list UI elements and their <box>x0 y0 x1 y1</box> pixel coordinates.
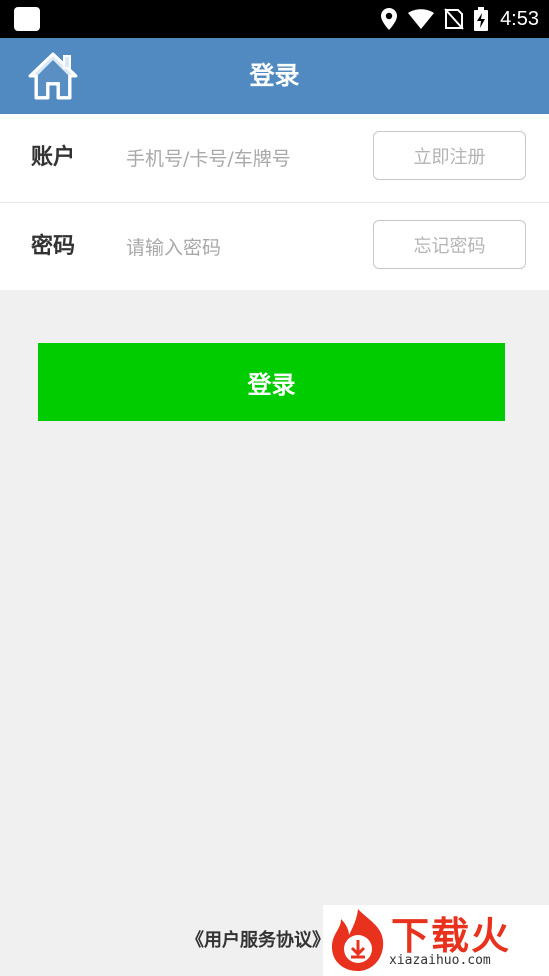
login-button[interactable]: 登录 <box>38 343 505 421</box>
watermark: 下载火 xiazaihuo.com <box>323 905 549 976</box>
watermark-text: 下载火 <box>391 914 512 958</box>
status-bar: 4:53 <box>0 0 549 38</box>
account-row: 账户 立即注册 <box>0 114 549 202</box>
page-title: 登录 <box>249 61 300 90</box>
watermark-url: xiazaihuo.com <box>389 953 491 968</box>
password-label: 密码 <box>31 234 76 259</box>
no-sim-icon <box>444 8 464 30</box>
user-agreement-link[interactable]: 《用户服务协议》 <box>186 926 330 952</box>
password-row: 密码 忘记密码 <box>0 202 549 291</box>
flame-logo-icon <box>331 909 384 971</box>
forgot-password-button[interactable]: 忘记密码 <box>373 220 526 269</box>
account-input[interactable] <box>126 141 356 177</box>
password-input[interactable] <box>126 230 356 266</box>
status-time: 4:53 <box>500 7 539 30</box>
login-form: 账户 立即注册 密码 忘记密码 <box>0 114 549 290</box>
register-button[interactable]: 立即注册 <box>373 131 526 180</box>
title-bar: 登录 <box>0 38 549 114</box>
wifi-icon <box>408 9 435 29</box>
location-icon <box>381 8 398 30</box>
account-label: 账户 <box>31 145 76 170</box>
status-icons: 4:53 <box>380 0 539 38</box>
battery-charging-icon <box>474 7 489 31</box>
app-icon <box>14 7 40 31</box>
